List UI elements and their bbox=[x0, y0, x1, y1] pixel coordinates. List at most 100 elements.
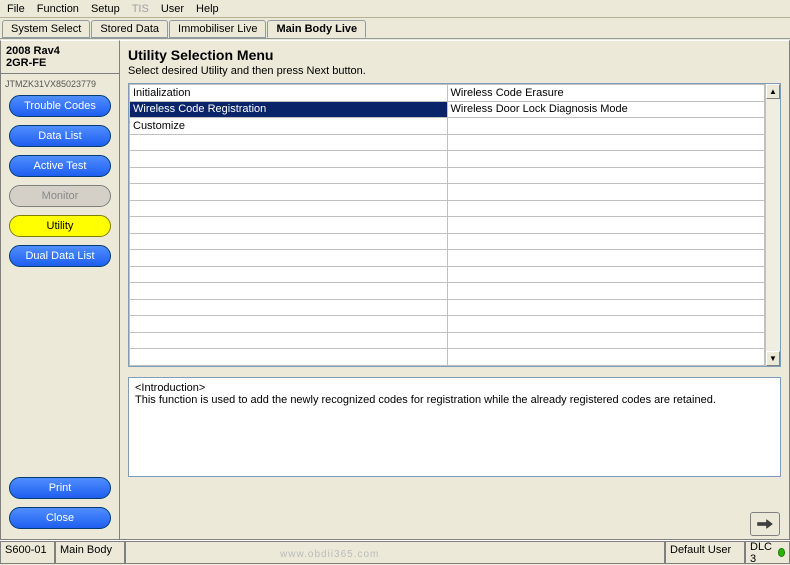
table-row[interactable]: Customize bbox=[130, 118, 765, 135]
close-button[interactable]: Close bbox=[9, 507, 111, 529]
table-row[interactable] bbox=[130, 349, 765, 366]
main-area: 2008 Rav4 2GR-FE JTMZK31VX85023779 Troub… bbox=[0, 40, 790, 540]
table-cell-col1[interactable] bbox=[130, 283, 448, 300]
table-row[interactable]: InitializationWireless Code Erasure bbox=[130, 85, 765, 102]
vehicle-header: 2008 Rav4 2GR-FE bbox=[1, 41, 119, 74]
trouble-codes-button[interactable]: Trouble Codes bbox=[9, 95, 111, 117]
table-row[interactable]: Wireless Code RegistrationWireless Door … bbox=[130, 101, 765, 118]
table-cell-col1[interactable] bbox=[130, 316, 448, 333]
table-row[interactable] bbox=[130, 332, 765, 349]
table-cell-col1[interactable] bbox=[130, 233, 448, 250]
table-row[interactable] bbox=[130, 316, 765, 333]
dual-data-list-button[interactable]: Dual Data List bbox=[9, 245, 111, 267]
table-cell-col2[interactable] bbox=[447, 299, 765, 316]
tab-main-body-live[interactable]: Main Body Live bbox=[267, 20, 366, 38]
table-cell-col2[interactable] bbox=[447, 233, 765, 250]
scroll-down-arrow-icon[interactable]: ▼ bbox=[766, 351, 780, 366]
table-cell-col1[interactable] bbox=[130, 299, 448, 316]
table-cell-col2[interactable] bbox=[447, 332, 765, 349]
arrow-right-icon bbox=[756, 517, 774, 531]
table-cell-col1[interactable] bbox=[130, 217, 448, 234]
page-title: Utility Selection Menu bbox=[128, 47, 781, 63]
table-row[interactable] bbox=[130, 250, 765, 267]
table-cell-col1[interactable]: Initialization bbox=[130, 85, 448, 102]
table-cell-col2[interactable] bbox=[447, 283, 765, 300]
menubar: File Function Setup TIS User Help bbox=[0, 0, 790, 18]
watermark: www.obdii365.com bbox=[280, 549, 379, 560]
table-cell-col2[interactable] bbox=[447, 250, 765, 267]
menu-file[interactable]: File bbox=[2, 2, 32, 16]
status-system: Main Body bbox=[55, 541, 125, 564]
table-row[interactable] bbox=[130, 299, 765, 316]
table-row[interactable] bbox=[130, 151, 765, 168]
table-cell-col2[interactable] bbox=[447, 118, 765, 135]
page-subtitle: Select desired Utility and then press Ne… bbox=[128, 65, 781, 77]
scroll-up-arrow-icon[interactable]: ▲ bbox=[766, 84, 780, 99]
table-cell-col2[interactable] bbox=[447, 167, 765, 184]
tab-system-select[interactable]: System Select bbox=[2, 20, 90, 38]
table-row[interactable] bbox=[130, 167, 765, 184]
table-cell-col1[interactable] bbox=[130, 332, 448, 349]
status-connection: DLC 3 bbox=[745, 541, 790, 564]
table-cell-col2[interactable]: Wireless Door Lock Diagnosis Mode bbox=[447, 101, 765, 118]
connection-indicator-icon bbox=[778, 548, 786, 557]
table-row[interactable] bbox=[130, 266, 765, 283]
table-cell-col1[interactable]: Customize bbox=[130, 118, 448, 135]
status-user: Default User bbox=[665, 541, 745, 564]
print-button[interactable]: Print bbox=[9, 477, 111, 499]
utility-button[interactable]: Utility bbox=[9, 215, 111, 237]
table-cell-col2[interactable]: Wireless Code Erasure bbox=[447, 85, 765, 102]
table-cell-col1[interactable] bbox=[130, 250, 448, 267]
table-cell-col2[interactable] bbox=[447, 184, 765, 201]
vehicle-vin: JTMZK31VX85023779 bbox=[1, 74, 119, 95]
table-row[interactable] bbox=[130, 200, 765, 217]
statusbar: S600-01 Main Body Default User DLC 3 bbox=[0, 540, 790, 564]
table-cell-col1[interactable] bbox=[130, 184, 448, 201]
data-list-button[interactable]: Data List bbox=[9, 125, 111, 147]
menu-tis: TIS bbox=[127, 2, 156, 16]
monitor-button: Monitor bbox=[9, 185, 111, 207]
table-cell-col2[interactable] bbox=[447, 266, 765, 283]
next-button[interactable] bbox=[750, 512, 780, 536]
table-cell-col2[interactable] bbox=[447, 151, 765, 168]
table-row[interactable] bbox=[130, 233, 765, 250]
table-cell-col2[interactable] bbox=[447, 134, 765, 151]
table-cell-col2[interactable] bbox=[447, 316, 765, 333]
tab-stored-data[interactable]: Stored Data bbox=[91, 20, 168, 38]
table-scrollbar[interactable]: ▲ ▼ bbox=[765, 84, 780, 366]
table-row[interactable] bbox=[130, 283, 765, 300]
status-connection-label: DLC 3 bbox=[750, 541, 775, 565]
table-cell-col1[interactable] bbox=[130, 134, 448, 151]
tab-immobiliser-live[interactable]: Immobiliser Live bbox=[169, 20, 266, 38]
utility-table[interactable]: InitializationWireless Code ErasureWirel… bbox=[128, 83, 781, 367]
table-row[interactable] bbox=[130, 134, 765, 151]
description-box: <Introduction> This function is used to … bbox=[128, 377, 781, 477]
menu-setup[interactable]: Setup bbox=[86, 2, 127, 16]
table-cell-col1[interactable] bbox=[130, 349, 448, 366]
intro-label: <Introduction> bbox=[135, 382, 774, 394]
utility-table-grid: InitializationWireless Code ErasureWirel… bbox=[129, 84, 765, 366]
sidebar-bottom-buttons: Print Close bbox=[1, 477, 119, 539]
table-cell-col1[interactable]: Wireless Code Registration bbox=[130, 101, 448, 118]
sidebar-buttons: Trouble Codes Data List Active Test Moni… bbox=[1, 95, 119, 267]
vehicle-model: 2008 Rav4 bbox=[6, 45, 114, 57]
menu-user[interactable]: User bbox=[156, 2, 191, 16]
tabbar: System Select Stored Data Immobiliser Li… bbox=[0, 18, 790, 38]
table-row[interactable] bbox=[130, 184, 765, 201]
active-test-button[interactable]: Active Test bbox=[9, 155, 111, 177]
table-cell-col1[interactable] bbox=[130, 167, 448, 184]
table-cell-col1[interactable] bbox=[130, 151, 448, 168]
menu-function[interactable]: Function bbox=[32, 2, 86, 16]
table-row[interactable] bbox=[130, 217, 765, 234]
table-cell-col2[interactable] bbox=[447, 217, 765, 234]
content-panel: Utility Selection Menu Select desired Ut… bbox=[120, 40, 790, 540]
table-cell-col2[interactable] bbox=[447, 349, 765, 366]
table-cell-col1[interactable] bbox=[130, 266, 448, 283]
menu-help[interactable]: Help bbox=[191, 2, 226, 16]
status-code: S600-01 bbox=[0, 541, 55, 564]
sidebar: 2008 Rav4 2GR-FE JTMZK31VX85023779 Troub… bbox=[0, 40, 120, 540]
table-cell-col1[interactable] bbox=[130, 200, 448, 217]
table-cell-col2[interactable] bbox=[447, 200, 765, 217]
intro-text: This function is used to add the newly r… bbox=[135, 394, 774, 406]
vehicle-engine: 2GR-FE bbox=[6, 57, 114, 69]
